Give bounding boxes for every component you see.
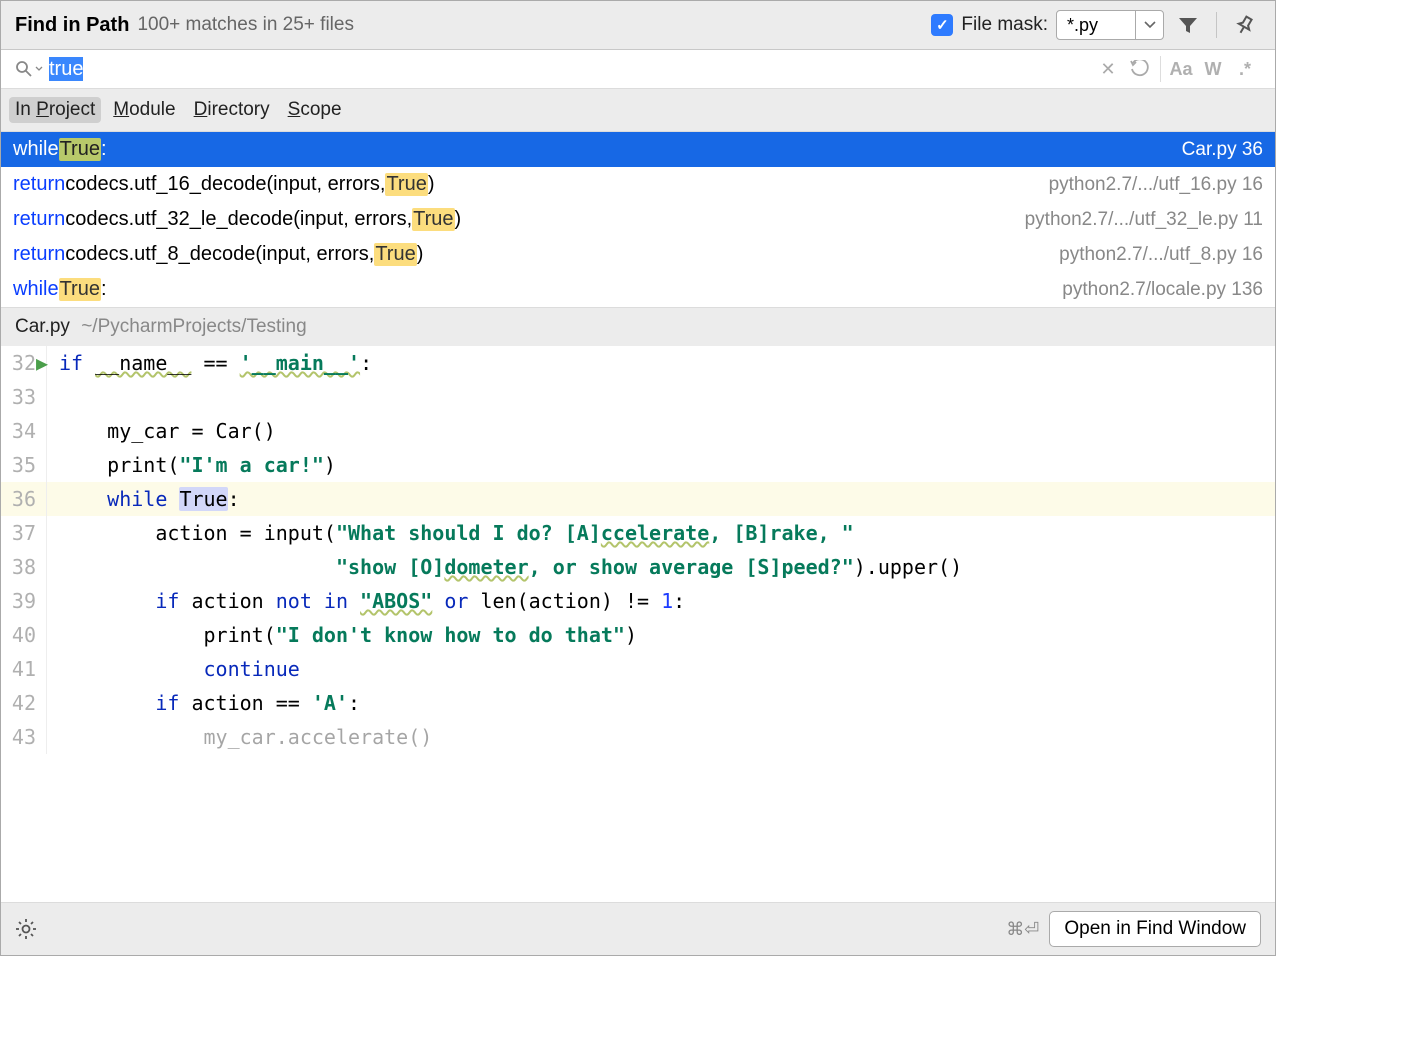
dialog-title: Find in Path	[15, 14, 129, 37]
scope-tab-scope[interactable]: Scope	[288, 99, 342, 121]
preview-filepath: ~/PycharmProjects/Testing	[81, 316, 306, 337]
divider	[1216, 12, 1217, 38]
clear-icon[interactable]: ✕	[1092, 59, 1124, 80]
match-count: 100+ matches in 25+ files	[137, 14, 354, 36]
result-row[interactable]: return codecs.utf_16_decode(input, error…	[1, 167, 1275, 202]
code-line: 40 print("I don't know how to do that")	[1, 618, 1275, 652]
code-line: 33	[1, 380, 1275, 414]
open-in-find-window-button[interactable]: Open in Find Window	[1049, 911, 1261, 947]
file-mask-input[interactable]	[1057, 11, 1135, 39]
scope-tabs: In Project Module Directory Scope	[1, 88, 1275, 132]
file-mask-checkbox[interactable]: ✓	[931, 14, 953, 36]
result-location: python2.7/.../utf_8.py 16	[1059, 244, 1263, 266]
scope-tab-module[interactable]: Module	[113, 99, 175, 121]
history-icon[interactable]	[1124, 60, 1156, 78]
dialog-header: Find in Path 100+ matches in 25+ files ✓…	[1, 1, 1275, 50]
search-input[interactable]: true	[49, 58, 1092, 81]
chevron-down-icon[interactable]	[1135, 11, 1163, 39]
match-case-toggle[interactable]: Aa	[1165, 59, 1197, 80]
search-row: true ✕ Aa W .*	[1, 50, 1275, 88]
result-row[interactable]: while True:python2.7/locale.py 136	[1, 272, 1275, 307]
code-line: 39 if action not in "ABOS" or len(action…	[1, 584, 1275, 618]
preview-filename: Car.py	[15, 316, 70, 337]
code-line: 36 while True:	[1, 482, 1275, 516]
file-mask-dropdown[interactable]	[1056, 10, 1164, 40]
preview-header: Car.py ~/PycharmProjects/Testing	[1, 307, 1275, 346]
result-location: python2.7/locale.py 136	[1062, 279, 1263, 301]
whole-words-toggle[interactable]: W	[1197, 59, 1229, 80]
regex-toggle[interactable]: .*	[1229, 59, 1261, 80]
shortcut-hint: ⌘⏎	[1006, 919, 1039, 940]
result-location: Car.py 36	[1182, 139, 1263, 161]
scope-tab-in-project[interactable]: In Project	[9, 97, 101, 123]
result-row[interactable]: while True:Car.py 36	[1, 132, 1275, 167]
result-row[interactable]: return codecs.utf_32_le_decode(input, er…	[1, 202, 1275, 237]
result-location: python2.7/.../utf_32_le.py 11	[1025, 209, 1263, 231]
dialog-footer: ⌘⏎ Open in Find Window	[1, 902, 1275, 955]
code-line: 38 "show [O]dometer, or show average [S]…	[1, 550, 1275, 584]
code-line: 37 action = input("What should I do? [A]…	[1, 516, 1275, 550]
code-line: 41 continue	[1, 652, 1275, 686]
code-line: 42 if action == 'A':	[1, 686, 1275, 720]
code-line: 35 print("I'm a car!")	[1, 448, 1275, 482]
search-icon[interactable]	[15, 60, 43, 78]
code-line: 43 my_car.accelerate()	[1, 720, 1275, 754]
scope-tab-directory[interactable]: Directory	[194, 99, 270, 121]
pin-icon[interactable]	[1229, 9, 1261, 41]
gear-icon[interactable]	[15, 918, 37, 940]
result-row[interactable]: return codecs.utf_8_decode(input, errors…	[1, 237, 1275, 272]
code-line: ▶32if __name__ == '__main__':	[1, 346, 1275, 380]
filter-icon[interactable]	[1172, 9, 1204, 41]
result-location: python2.7/.../utf_16.py 16	[1049, 174, 1263, 196]
code-preview[interactable]: ▶32if __name__ == '__main__':3334 my_car…	[1, 346, 1275, 902]
results-list: while True:Car.py 36return codecs.utf_16…	[1, 132, 1275, 307]
code-line: 34 my_car = Car()	[1, 414, 1275, 448]
file-mask-label: File mask:	[961, 14, 1048, 36]
